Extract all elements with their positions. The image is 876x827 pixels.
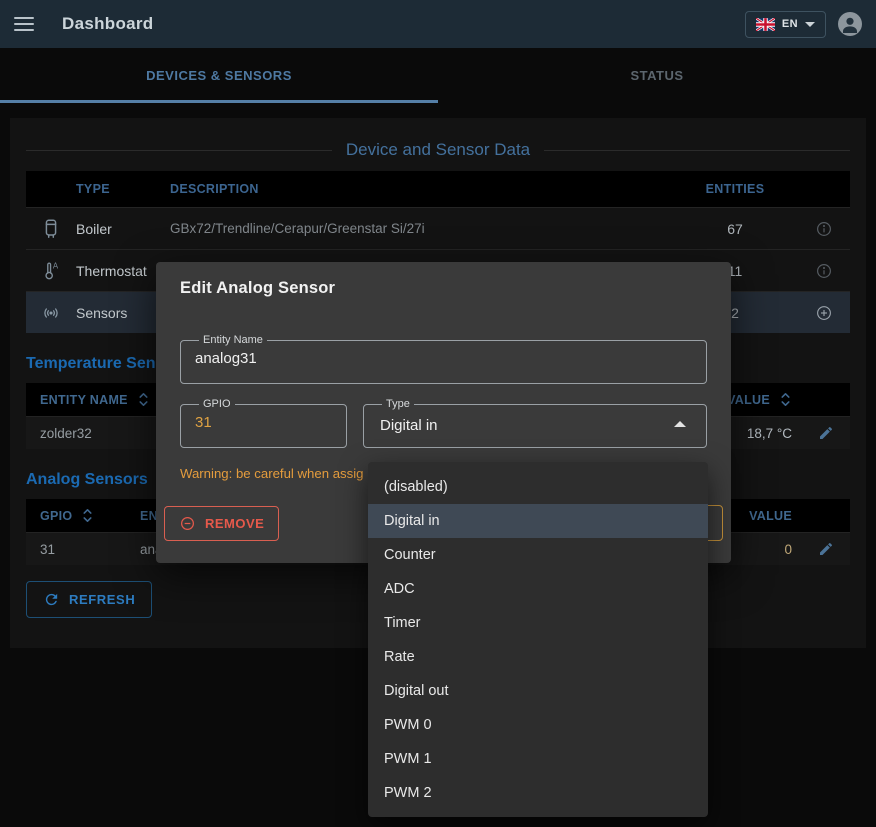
col-value: VALUE xyxy=(749,509,792,523)
table-row-boiler[interactable]: Boiler GBx72/Trendline/Cerapur/Greenstar… xyxy=(26,207,850,249)
tab-devices-sensors[interactable]: DEVICES & SENSORS xyxy=(0,48,438,103)
menu-icon[interactable] xyxy=(14,13,34,35)
chevron-up-icon xyxy=(674,421,686,427)
refresh-button[interactable]: REFRESH xyxy=(26,581,152,618)
option-pwm0[interactable]: PWM 0 xyxy=(368,708,708,742)
language-selector[interactable]: EN xyxy=(745,11,826,38)
option-pwm2[interactable]: PWM 2 xyxy=(368,776,708,810)
gpio-field[interactable]: GPIO 31 xyxy=(180,398,347,448)
type-label: Type xyxy=(382,398,414,410)
add-entity-icon[interactable] xyxy=(798,304,850,322)
account-avatar-icon[interactable] xyxy=(838,12,862,36)
sort-value[interactable]: VALUE xyxy=(727,392,792,407)
col-entities: ENTITIES xyxy=(672,182,798,196)
option-counter[interactable]: Counter xyxy=(368,538,708,572)
refresh-icon xyxy=(43,591,60,608)
device-table-header: TYPE DESCRIPTION ENTITIES xyxy=(26,171,850,207)
sort-icon xyxy=(779,392,792,407)
edit-pencil-icon[interactable] xyxy=(792,541,836,557)
option-rate[interactable]: Rate xyxy=(368,640,708,674)
page: Dashboard EN xyxy=(0,0,876,827)
type-value: Digital in xyxy=(378,413,440,434)
info-icon[interactable] xyxy=(798,262,850,280)
device-description: GBx72/Trendline/Cerapur/Greenstar Si/27i xyxy=(170,221,672,236)
thermostat-icon: A xyxy=(26,260,76,282)
dialog-title: Edit Analog Sensor xyxy=(180,262,707,298)
type-dropdown-menu: (disabled) Digital in Counter ADC Timer … xyxy=(368,462,708,817)
gpio-number: 31 xyxy=(40,542,140,557)
info-icon[interactable] xyxy=(798,220,850,238)
sensors-icon xyxy=(26,302,76,324)
remove-button[interactable]: REMOVE xyxy=(164,506,279,541)
sort-icon xyxy=(81,508,94,523)
sort-icon xyxy=(137,392,150,407)
gpio-value[interactable]: 31 xyxy=(193,410,334,431)
entity-name-value[interactable]: analog31 xyxy=(193,346,694,367)
language-label: EN xyxy=(782,18,798,30)
option-pwm1[interactable]: PWM 1 xyxy=(368,742,708,776)
remove-circle-icon xyxy=(179,515,196,532)
option-disabled[interactable]: (disabled) xyxy=(368,470,708,504)
svg-text:A: A xyxy=(53,261,59,270)
gpio-label: GPIO xyxy=(199,398,235,410)
device-type: Boiler xyxy=(76,221,170,237)
edit-pencil-icon[interactable] xyxy=(792,425,836,441)
uk-flag-icon xyxy=(756,18,775,31)
tab-bar: DEVICES & SENSORS STATUS xyxy=(0,48,876,103)
tab-status[interactable]: STATUS xyxy=(438,48,876,103)
option-digital-in[interactable]: Digital in xyxy=(368,504,708,538)
col-description: DESCRIPTION xyxy=(170,182,672,196)
app-bar: Dashboard EN xyxy=(0,0,876,48)
type-select[interactable]: Type Digital in xyxy=(363,398,707,448)
option-timer[interactable]: Timer xyxy=(368,606,708,640)
option-adc[interactable]: ADC xyxy=(368,572,708,606)
entity-name-label: Entity Name xyxy=(199,334,267,346)
sort-gpio[interactable]: GPIO xyxy=(40,508,140,523)
option-digital-out[interactable]: Digital out xyxy=(368,674,708,708)
section-title: Device and Sensor Data xyxy=(26,118,850,160)
page-title: Dashboard xyxy=(62,14,154,34)
chevron-down-icon xyxy=(805,22,815,27)
col-type: TYPE xyxy=(76,182,170,196)
device-entities: 67 xyxy=(672,221,798,237)
boiler-icon xyxy=(26,218,76,240)
entity-name-field[interactable]: Entity Name analog31 xyxy=(180,334,707,384)
